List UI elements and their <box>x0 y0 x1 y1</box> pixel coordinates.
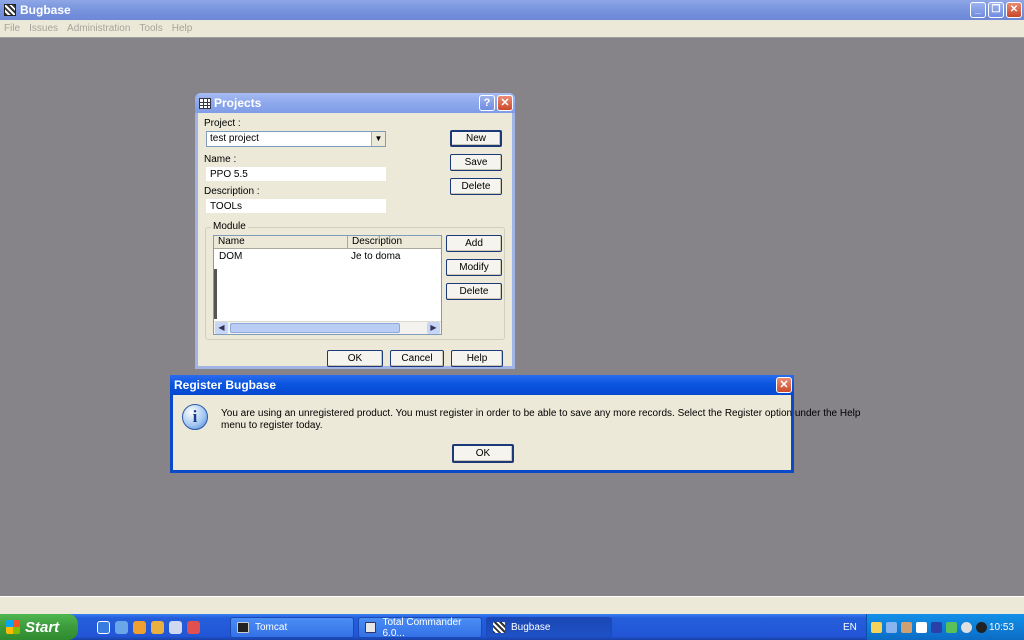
language-indicator[interactable]: EN <box>843 622 857 633</box>
restore-button[interactable]: ❐ <box>988 2 1004 18</box>
help-icon[interactable]: ? <box>479 95 495 111</box>
column-header-description[interactable]: Description <box>348 236 441 249</box>
quicklaunch-app-icon[interactable] <box>187 621 200 634</box>
bugbase-icon <box>493 622 505 633</box>
scroll-thumb[interactable] <box>230 323 400 333</box>
taskbar: Start Tomcat Total Commander 6.0... Bugb… <box>0 614 1024 640</box>
update-icon[interactable] <box>961 621 972 633</box>
task-total-commander-label: Total Commander 6.0... <box>382 616 462 639</box>
project-label: Project : <box>204 118 241 129</box>
minimize-button[interactable]: _ <box>970 2 986 18</box>
scroll-left-icon[interactable]: ◀ <box>215 322 228 334</box>
close-icon[interactable]: ✕ <box>776 377 792 393</box>
task-bugbase[interactable]: Bugbase <box>486 617 612 638</box>
security-icon[interactable] <box>946 621 957 633</box>
help-button[interactable]: Help <box>451 350 503 367</box>
projects-dialog-titlebar[interactable]: Projects ? ✕ <box>195 93 515 113</box>
task-total-commander[interactable]: Total Commander 6.0... <box>358 616 482 639</box>
description-field[interactable]: TOOLs <box>206 199 386 213</box>
monitor-icon[interactable] <box>931 621 942 633</box>
status-bar <box>0 596 1024 614</box>
info-icon: i <box>182 404 208 430</box>
menubar: File Issues Administration Tools Help <box>0 20 1024 37</box>
task-tomcat[interactable]: Tomcat <box>230 617 354 638</box>
project-select[interactable]: test project ▼ <box>206 131 386 147</box>
tray-app-icon[interactable] <box>901 621 912 633</box>
description-label: Description : <box>204 186 260 197</box>
list-separator <box>214 269 217 319</box>
menu-help[interactable]: Help <box>172 23 193 34</box>
project-select-value: test project <box>210 133 259 144</box>
register-message-line2: menu to register today. <box>221 420 323 431</box>
row-name: DOM <box>219 251 243 262</box>
network-icon[interactable] <box>886 621 897 633</box>
mail-icon[interactable] <box>151 621 164 634</box>
mail-tray-icon[interactable] <box>871 621 882 633</box>
menu-issues[interactable]: Issues <box>29 23 58 34</box>
ok-button[interactable]: OK <box>327 350 383 367</box>
module-group-label: Module <box>211 221 248 232</box>
module-listview[interactable]: Name Description DOM Je to doma ◀ ▶ <box>213 235 442 335</box>
bugbase-app-icon <box>4 4 16 16</box>
row-description: Je to doma <box>351 251 401 262</box>
delete-module-button[interactable]: Delete <box>446 283 502 300</box>
system-tray: 10:53 <box>866 614 1024 640</box>
console-icon <box>237 622 249 633</box>
menu-file[interactable]: File <box>4 23 20 34</box>
start-button[interactable]: Start <box>0 614 78 640</box>
internet-explorer-icon[interactable] <box>97 621 110 634</box>
grid-icon <box>199 97 211 109</box>
cancel-button[interactable]: Cancel <box>390 350 444 367</box>
volume-icon[interactable] <box>976 621 987 633</box>
register-message-line1: You are using an unregistered product. Y… <box>221 408 861 419</box>
register-message: You are using an unregistered product. Y… <box>221 408 861 432</box>
register-dialog-title: Register Bugbase <box>174 378 277 392</box>
explorer-icon[interactable] <box>169 621 182 634</box>
task-bugbase-label: Bugbase <box>511 622 551 633</box>
clock[interactable]: 10:53 <box>989 622 1014 633</box>
scroll-right-icon[interactable]: ▶ <box>427 322 440 334</box>
register-dialog-titlebar[interactable]: Register Bugbase ✕ <box>170 375 794 395</box>
show-desktop-icon[interactable] <box>115 621 128 634</box>
register-dialog: Register Bugbase ✕ i You are using an un… <box>170 375 861 473</box>
projects-dialog: Projects ? ✕ Project : test project ▼ Na… <box>195 93 515 369</box>
add-module-button[interactable]: Add <box>446 235 502 252</box>
start-label: Start <box>25 618 60 636</box>
projects-dialog-title: Projects <box>214 96 262 110</box>
name-label: Name : <box>204 154 237 165</box>
name-field[interactable]: PPO 5.5 <box>206 167 386 181</box>
new-button[interactable]: New <box>450 130 502 147</box>
menu-tools[interactable]: Tools <box>139 23 162 34</box>
menu-administration[interactable]: Administration <box>67 23 130 34</box>
media-player-icon[interactable] <box>133 621 146 634</box>
close-button[interactable]: ✕ <box>1006 2 1022 18</box>
column-header-name[interactable]: Name <box>214 236 348 249</box>
modify-module-button[interactable]: Modify <box>446 259 502 276</box>
close-icon[interactable]: ✕ <box>497 95 513 111</box>
task-tomcat-label: Tomcat <box>255 622 288 633</box>
table-row[interactable]: DOM Je to doma <box>214 250 441 263</box>
register-ok-button[interactable]: OK <box>452 444 514 463</box>
save-button[interactable]: Save <box>450 154 502 171</box>
horizontal-scrollbar[interactable]: ◀ ▶ <box>214 321 441 334</box>
main-titlebar[interactable]: Bugbase _ ❐ ✕ <box>0 0 1024 20</box>
app-title: Bugbase <box>20 3 71 17</box>
display-icon[interactable] <box>916 621 927 633</box>
chevron-down-icon[interactable]: ▼ <box>371 132 385 146</box>
windows-flag-icon <box>6 620 20 634</box>
delete-project-button[interactable]: Delete <box>450 178 502 195</box>
total-commander-icon <box>365 622 377 633</box>
